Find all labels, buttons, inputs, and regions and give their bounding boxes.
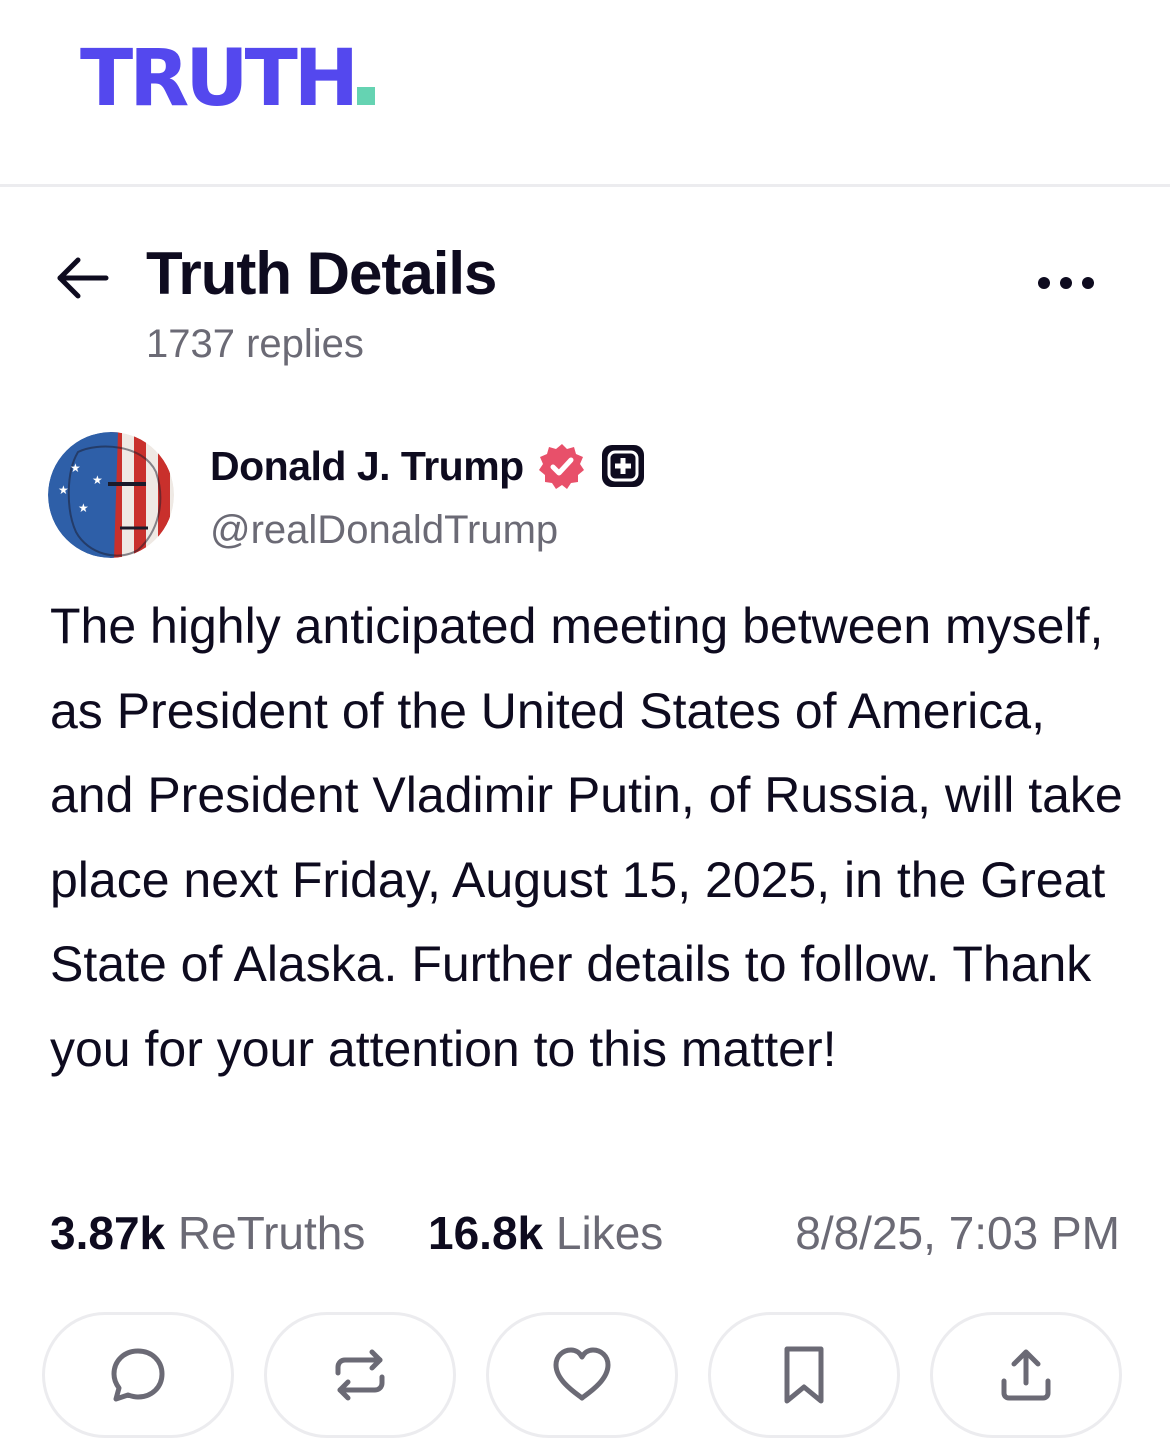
reply-button[interactable]	[42, 1312, 234, 1438]
likes-label: Likes	[555, 1207, 664, 1259]
more-options-button[interactable]	[1030, 258, 1120, 308]
share-icon	[1001, 1349, 1051, 1401]
truth-logo[interactable]: TRUTH	[80, 34, 376, 130]
svg-text:★: ★	[70, 461, 81, 475]
author-handle[interactable]: @realDonaldTrump	[210, 508, 558, 553]
like-button[interactable]	[486, 1312, 678, 1438]
svg-text:★: ★	[58, 483, 69, 497]
avatar-image: ★ ★ ★ ★	[48, 432, 174, 558]
author-name-row: Donald J. Trump	[210, 442, 646, 490]
author-name[interactable]: Donald J. Trump	[210, 443, 524, 490]
post-text: The highly anticipated meeting between m…	[50, 598, 1123, 1077]
avatar[interactable]: ★ ★ ★ ★	[48, 432, 174, 558]
back-button[interactable]	[50, 248, 120, 308]
retruths-count: 3.87k	[50, 1207, 166, 1259]
bookmark-icon	[784, 1346, 824, 1404]
top-bar: TRUTH	[0, 0, 1170, 187]
retruths-label: ReTruths	[177, 1207, 366, 1259]
likes-count: 16.8k	[428, 1207, 544, 1259]
more-horizontal-icon	[1038, 277, 1094, 289]
reply-count: 1737 replies	[146, 322, 364, 366]
post-stats: 3.87k ReTruths 16.8k Likes 8/8/25, 7:03 …	[50, 1206, 1130, 1266]
logo-text: TRUTH	[80, 34, 359, 124]
plus-badge-icon	[601, 445, 644, 487]
post-actions	[42, 1312, 1132, 1442]
verified-badge-icon	[538, 444, 584, 489]
svg-text:★: ★	[78, 501, 89, 515]
page-header: Truth Details 1737 replies	[0, 230, 1170, 380]
retruth-button[interactable]	[264, 1312, 456, 1438]
post-timestamp: 8/8/25, 7:03 PM	[795, 1207, 1120, 1259]
likes-stat[interactable]: 16.8k Likes	[428, 1206, 663, 1260]
page-title: Truth Details	[146, 240, 497, 307]
svg-text:★: ★	[92, 473, 103, 487]
logo-dot	[357, 87, 376, 105]
repost-icon	[335, 1349, 385, 1401]
bookmark-button[interactable]	[708, 1312, 900, 1438]
post-author: ★ ★ ★ ★ Donald J. Trump @realDonaldTrump	[48, 432, 1148, 562]
share-button[interactable]	[930, 1312, 1122, 1438]
arrow-left-icon	[57, 257, 109, 299]
heart-icon	[553, 1347, 611, 1401]
comment-icon	[111, 1348, 165, 1402]
retruths-stat[interactable]: 3.87k ReTruths	[50, 1206, 365, 1260]
